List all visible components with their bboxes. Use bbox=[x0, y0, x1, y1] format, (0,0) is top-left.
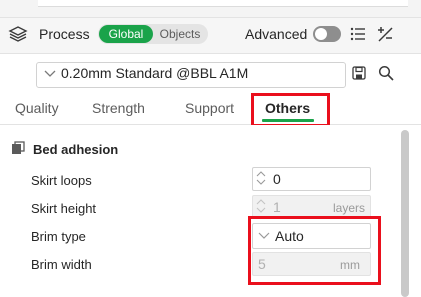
switch-knob bbox=[315, 28, 327, 40]
skirt-loops-value: 0 bbox=[273, 171, 281, 187]
scope-global-button[interactable]: Global bbox=[99, 25, 153, 43]
tab-support[interactable]: Support bbox=[185, 100, 234, 116]
section-title: Bed adhesion bbox=[33, 142, 119, 157]
highlight-box-brim bbox=[248, 216, 381, 285]
brim-width-label: Brim width bbox=[31, 257, 92, 272]
preset-name: 0.20mm Standard @BBL A1M bbox=[61, 65, 249, 81]
skirt-loops-input[interactable] bbox=[252, 167, 371, 191]
spin-arrows-icon bbox=[256, 199, 266, 213]
skirt-height-value: 1 bbox=[273, 199, 281, 215]
process-icon bbox=[8, 26, 28, 42]
tab-strength[interactable]: Strength bbox=[92, 100, 145, 116]
skirt-loops-label: Skirt loops bbox=[31, 173, 92, 188]
advanced-switch[interactable] bbox=[313, 26, 341, 42]
advanced-label: Advanced bbox=[245, 26, 308, 42]
search-icon[interactable] bbox=[378, 65, 394, 81]
brim-type-label: Brim type bbox=[31, 229, 86, 244]
highlight-box-tab bbox=[251, 93, 330, 127]
scope-objects-button[interactable]: Objects bbox=[155, 25, 205, 43]
scrollbar[interactable] bbox=[401, 130, 409, 297]
bed-adhesion-icon bbox=[12, 141, 25, 154]
chevron-down-icon bbox=[44, 70, 56, 77]
skirt-height-unit: layers bbox=[333, 201, 366, 215]
save-icon[interactable] bbox=[352, 66, 366, 80]
list-icon[interactable] bbox=[350, 26, 366, 42]
spin-arrows-icon[interactable] bbox=[256, 168, 266, 188]
compare-icon[interactable] bbox=[376, 25, 394, 43]
top-strip bbox=[0, 0, 421, 14]
tab-quality[interactable]: Quality bbox=[15, 100, 59, 116]
process-label: Process bbox=[39, 26, 90, 42]
skirt-height-label: Skirt height bbox=[31, 201, 97, 216]
